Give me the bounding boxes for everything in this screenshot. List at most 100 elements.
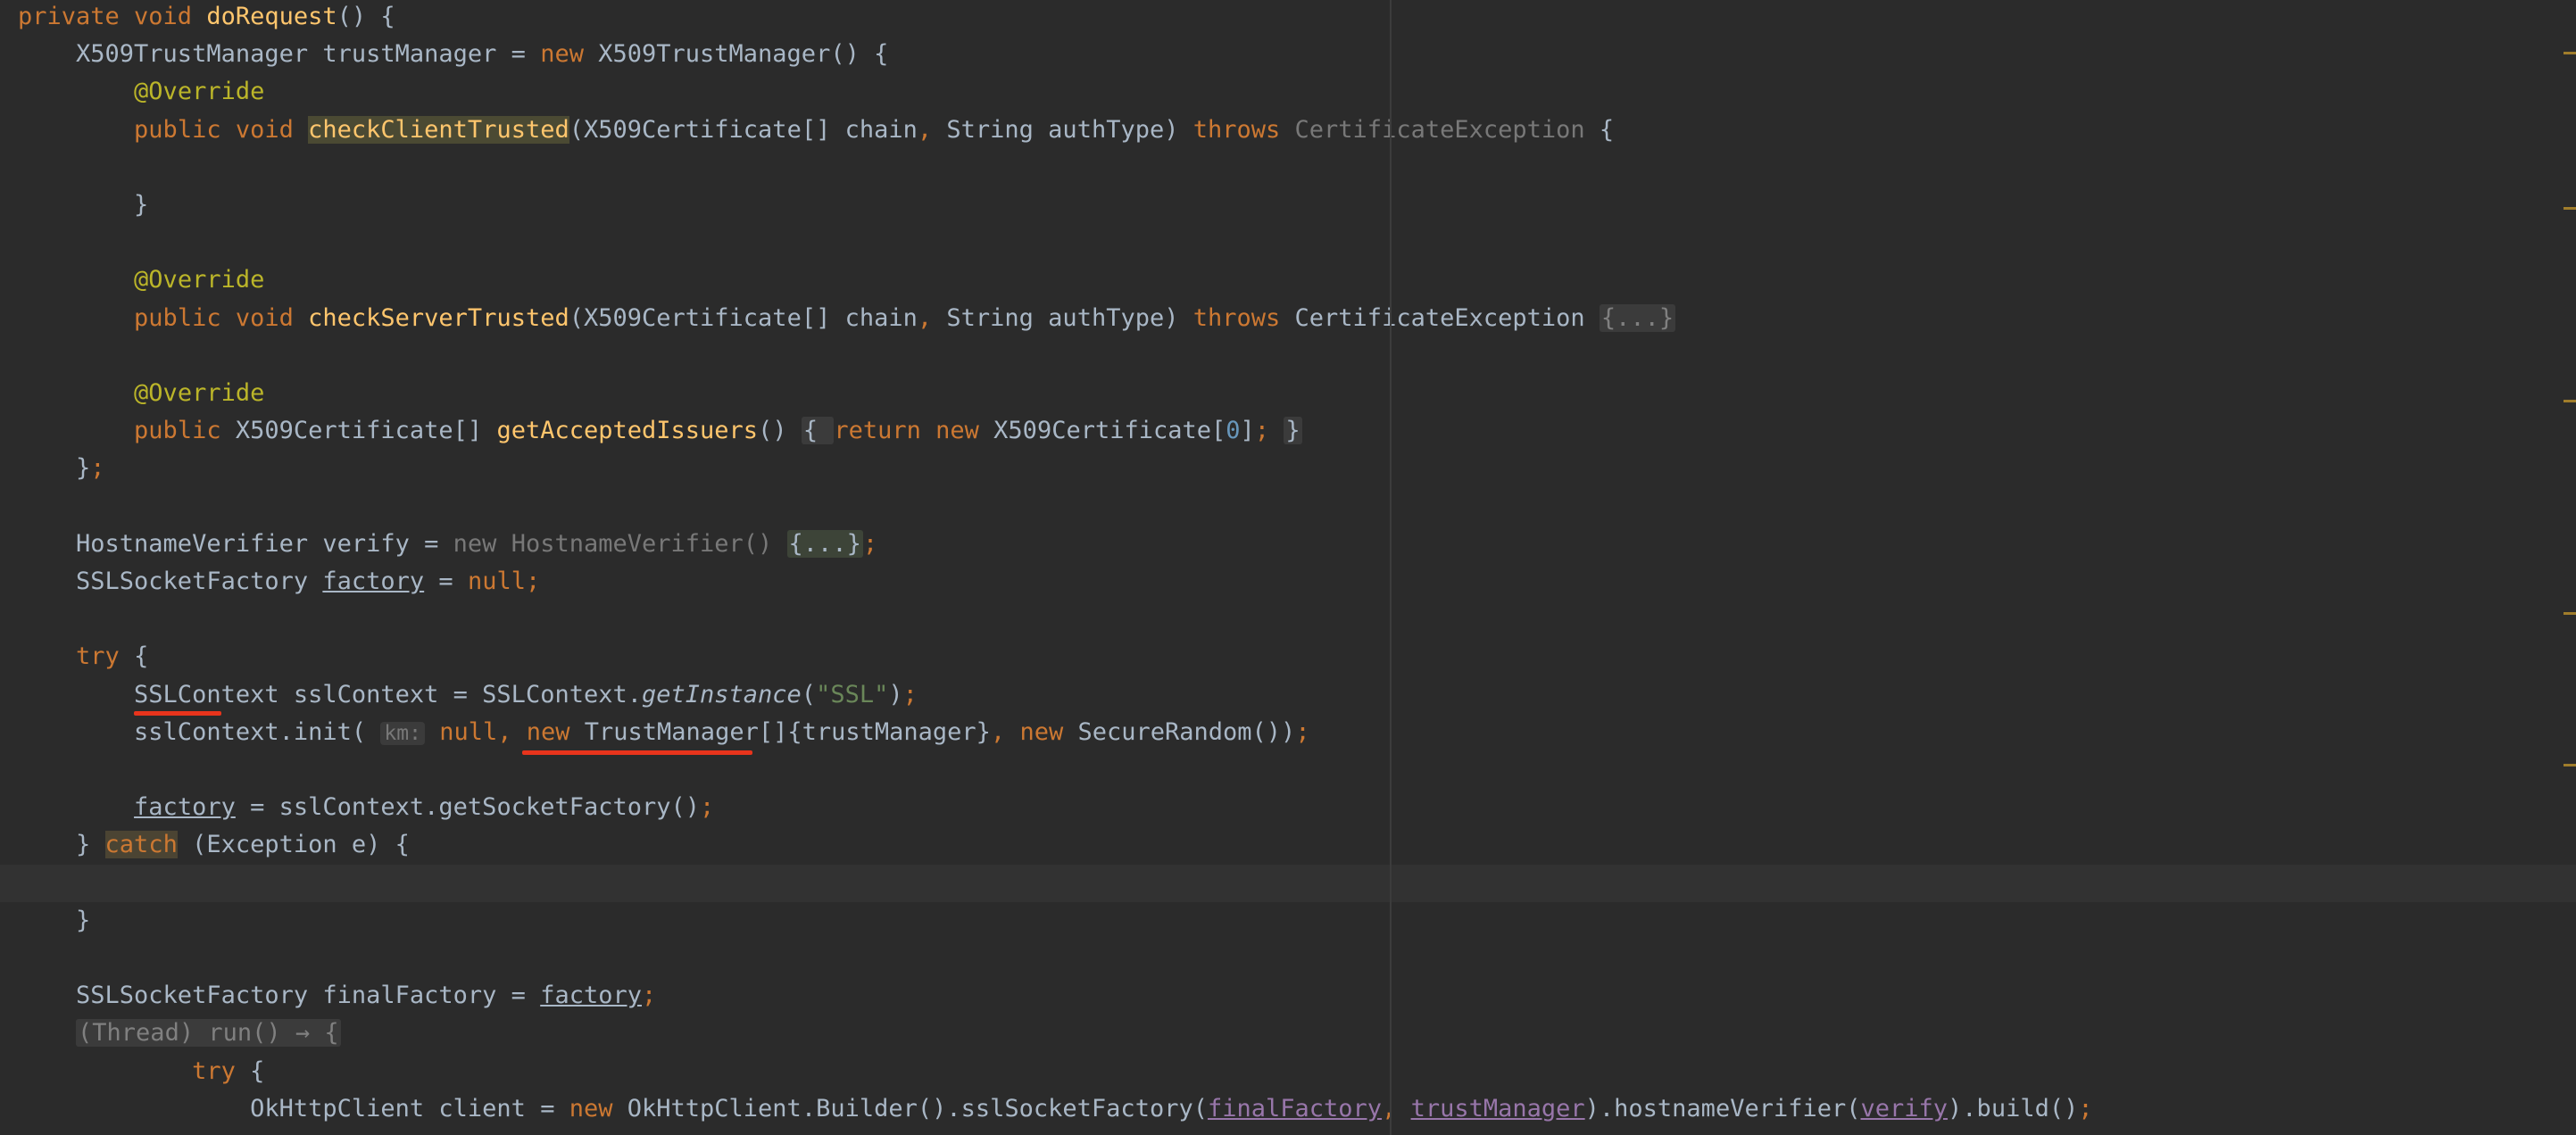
- code-token: (Exception e) {: [177, 831, 410, 859]
- code-token: throws: [1192, 115, 1295, 144]
- code-line-text: try {: [18, 638, 148, 675]
- code-token: ): [888, 680, 903, 708]
- code-token: factory: [134, 793, 236, 822]
- code-line-text: SSLSocketFactory finalFactory = factory;: [18, 977, 656, 1015]
- code-line-text: X509TrustManager trustManager = new X509…: [18, 36, 888, 73]
- code-token: (X509Certificate[] chain: [569, 303, 918, 332]
- code-line-text: try {: [18, 1053, 264, 1090]
- stripe-mark[interactable]: [2564, 764, 2576, 766]
- code-line[interactable]: @Override: [0, 375, 2576, 412]
- stripe-mark[interactable]: [2564, 207, 2576, 210]
- code-line-text: }: [18, 902, 90, 940]
- code-line-text: SSLSocketFactory factory = null;: [18, 563, 540, 601]
- code-line[interactable]: [0, 149, 2576, 186]
- code-editor[interactable]: OkHttpClient client = new OkHttpClient.B…: [0, 0, 2576, 1135]
- stripe-mark[interactable]: [2564, 612, 2576, 615]
- code-token: (Thread) run() → {: [76, 1019, 341, 1048]
- code-token: new: [526, 717, 585, 746]
- code-line-text: public X509Certificate[] getAcceptedIssu…: [18, 412, 1302, 450]
- code-line[interactable]: HostnameVerifier verify = new HostnameVe…: [0, 526, 2576, 563]
- code-line[interactable]: sslContext.init( km: null, new TrustMana…: [0, 714, 2576, 751]
- code-token: "SSL": [816, 680, 889, 708]
- code-token: private void: [18, 3, 207, 30]
- code-token: {: [250, 1056, 265, 1085]
- code-token: SecureRandom()): [1077, 717, 1296, 746]
- code-token: SSLContext sslContext = SSLContext.: [18, 680, 642, 708]
- code-line[interactable]: private void doRequest() {: [0, 0, 2576, 36]
- code-token: X509TrustManager trustManager =: [18, 40, 541, 69]
- code-token: checkClientTrusted: [308, 115, 569, 144]
- code-token: {...}: [1599, 303, 1676, 332]
- code-token: (): [758, 417, 802, 445]
- code-token: null;: [467, 568, 541, 595]
- code-line[interactable]: @Override: [0, 261, 2576, 299]
- code-line[interactable]: [0, 940, 2576, 977]
- code-line[interactable]: [0, 337, 2576, 375]
- code-line[interactable]: };: [0, 450, 2576, 487]
- code-token: factory: [322, 568, 425, 595]
- code-line[interactable]: try {: [0, 638, 2576, 675]
- code-line[interactable]: SSLContext sslContext = SSLContext.getIn…: [0, 676, 2576, 714]
- code-line[interactable]: [0, 224, 2576, 261]
- code-token: ;: [1254, 417, 1284, 445]
- code-line-text: }: [18, 186, 148, 224]
- code-line[interactable]: (Thread) run() → {: [0, 1015, 2576, 1052]
- code-token: new: [540, 40, 599, 69]
- code-line[interactable]: try {: [0, 1053, 2576, 1090]
- code-line[interactable]: [0, 751, 2576, 789]
- code-line-text: @Override: [18, 261, 264, 299]
- code-token: null,: [424, 717, 527, 746]
- code-line[interactable]: public X509Certificate[] getAcceptedIssu…: [0, 412, 2576, 450]
- code-line[interactable]: }: [0, 186, 2576, 224]
- code-line[interactable]: X509TrustManager trustManager = new X509…: [0, 36, 2576, 73]
- code-line[interactable]: } catch (Exception e) {: [0, 826, 2576, 864]
- code-token: ;: [700, 793, 715, 822]
- code-token: }: [1284, 417, 1302, 445]
- code-line-text: SSLContext sslContext = SSLContext.getIn…: [18, 676, 918, 714]
- annotation-underline-trustmanager: [522, 750, 752, 755]
- code-token: new: [1019, 717, 1078, 746]
- code-line[interactable]: [0, 864, 2576, 902]
- code-line[interactable]: factory = sslContext.getSocketFactory();: [0, 789, 2576, 826]
- code-token: TrustManager[]{trustManager}: [584, 717, 991, 746]
- code-line[interactable]: SSLSocketFactory factory = null;: [0, 563, 2576, 601]
- code-line[interactable]: public void checkServerTrusted(X509Certi…: [0, 300, 2576, 337]
- code-token: {...}: [786, 529, 863, 558]
- code-token: 0: [1226, 417, 1241, 445]
- stripe-mark[interactable]: [2564, 400, 2576, 402]
- annotation-underline-sslcontext: [134, 711, 221, 716]
- code-line-text: (Thread) run() → {: [18, 1015, 341, 1052]
- code-token: }: [18, 831, 105, 859]
- code-token: factory: [540, 982, 642, 1010]
- code-token: ;: [902, 680, 918, 708]
- code-token: public void: [134, 115, 309, 144]
- code-line[interactable]: OkHttpClient client = new OkHttpClient.B…: [0, 1090, 2576, 1128]
- code-token: @Override: [134, 379, 265, 407]
- code-token: ;: [90, 454, 105, 483]
- code-token: {: [134, 642, 149, 671]
- code-token: checkServerTrusted: [308, 303, 569, 332]
- code-token: = sslContext.getSocketFactory(): [235, 793, 701, 822]
- code-line[interactable]: [0, 601, 2576, 638]
- code-token: return new: [834, 417, 994, 445]
- code-line[interactable]: public void checkClientTrusted(X509Certi…: [0, 112, 2576, 149]
- code-line[interactable]: SSLSocketFactory finalFactory = factory;: [0, 977, 2576, 1015]
- code-token: new HostnameVerifier(): [453, 529, 787, 558]
- error-stripe[interactable]: [2558, 0, 2576, 1135]
- code-line[interactable]: @Override: [0, 73, 2576, 111]
- code-line[interactable]: }: [0, 902, 2576, 940]
- code-token: ).hostnameVerifier(: [1584, 1094, 1861, 1123]
- code-line-text: @Override: [18, 73, 264, 111]
- code-token: public: [134, 417, 236, 445]
- code-token: verify: [1860, 1094, 1949, 1123]
- code-line[interactable]: [0, 488, 2576, 526]
- stripe-mark[interactable]: [2564, 52, 2576, 54]
- code-token: public void: [134, 303, 309, 332]
- code-token: SSLSocketFactory: [18, 568, 323, 595]
